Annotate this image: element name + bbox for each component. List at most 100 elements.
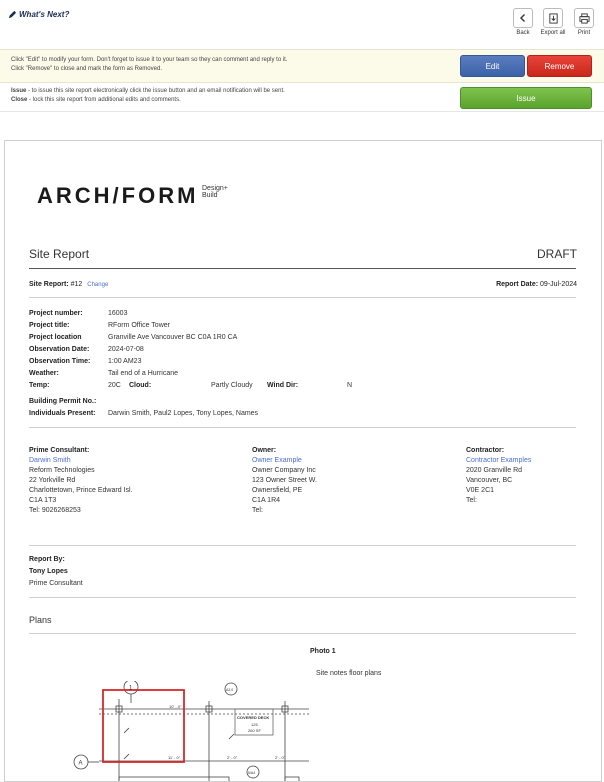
close-instruction: Close - lock this site report from addit… bbox=[11, 96, 181, 105]
back-button[interactable]: Back bbox=[507, 8, 539, 36]
issue-bold: Issue bbox=[11, 88, 27, 94]
owner-line: C1A 1R4 bbox=[252, 497, 281, 504]
report-date-label: Report Date: bbox=[496, 281, 539, 288]
dimension: 11' - 0" bbox=[168, 755, 181, 760]
export-all-button[interactable]: Export all bbox=[537, 8, 569, 36]
pen-icon bbox=[8, 10, 17, 19]
field-label: Project title: bbox=[29, 322, 70, 329]
back-label: Back bbox=[516, 30, 530, 36]
contractor-line: 2020 Granville Rd bbox=[466, 467, 523, 474]
company-logo: ARCH/FORM bbox=[37, 183, 199, 208]
field-value: Tail end of a Hurricane bbox=[108, 370, 179, 377]
contractor-name-link[interactable]: Contractor Examples bbox=[466, 457, 586, 464]
logo-tagline-1: Design+ bbox=[202, 185, 228, 192]
top-bar: What's Next? Back Export all Print bbox=[0, 0, 604, 48]
contractor-block: Contractor: Contractor Examples 2020 Gra… bbox=[466, 447, 586, 504]
dimension: 10' - 0" bbox=[169, 704, 182, 709]
wind-value: N bbox=[347, 382, 353, 389]
site-report-label: Site Report: bbox=[29, 281, 69, 288]
edit-button[interactable]: Edit bbox=[460, 55, 525, 77]
field-label: Weather: bbox=[29, 370, 59, 377]
wind-label: Wind Dir: bbox=[267, 382, 299, 389]
section-tag: A2.0 bbox=[226, 688, 233, 692]
owner-name-link[interactable]: Owner Example bbox=[252, 457, 432, 464]
close-bold: Close bbox=[11, 97, 28, 103]
divider bbox=[29, 297, 576, 298]
report-title: Site Report bbox=[29, 247, 90, 261]
status-badge: DRAFT bbox=[537, 247, 577, 261]
change-link[interactable]: Change bbox=[87, 282, 108, 288]
owner-line: Owner Company Inc bbox=[252, 467, 316, 474]
permit-label: Building Permit No.: bbox=[29, 398, 97, 405]
photo-caption: Site notes floor plans bbox=[316, 670, 382, 677]
section-plans-heading: Plans bbox=[29, 615, 52, 625]
dimension: 2' - 0" bbox=[227, 755, 238, 760]
markup-highlight bbox=[102, 689, 185, 763]
cloud-value: Partly Cloudy bbox=[211, 382, 253, 389]
field-value: Granville Ave Vancouver BC C0A 1R0 CA bbox=[108, 334, 238, 341]
owner-block: Owner: Owner Example Owner Company Inc 1… bbox=[252, 447, 432, 514]
owner-line: 123 Owner Street W. bbox=[252, 477, 317, 484]
logo-tagline: Design+ Build bbox=[202, 185, 228, 199]
present-label: Individuals Present: bbox=[29, 410, 96, 417]
floor-plan-photo[interactable]: 1 A 10' - 0" 11' - 0" 2' - 0" 2' - 0" A2… bbox=[69, 681, 309, 781]
divider bbox=[29, 545, 576, 546]
prime-name-link[interactable]: Darwin Smith bbox=[29, 457, 229, 464]
remove-instruction: Click "Remove" to close and mark the for… bbox=[11, 66, 162, 72]
print-button[interactable]: Print bbox=[568, 8, 600, 36]
close-text: - lock this site report from additional … bbox=[27, 97, 181, 103]
prime-line: 22 Yorkville Rd bbox=[29, 477, 76, 484]
divider bbox=[29, 427, 576, 428]
prime-consultant-block: Prime Consultant: Darwin Smith Reform Te… bbox=[29, 447, 229, 514]
whats-next-link[interactable]: What's Next? bbox=[8, 10, 69, 19]
contractor-line: Tel: bbox=[466, 497, 477, 504]
room-area: 260 SF bbox=[248, 728, 261, 733]
divider bbox=[29, 633, 576, 634]
present-value: Darwin Smith, Paul2 Lopes, Tony Lopes, N… bbox=[108, 410, 259, 417]
field-label: Project number: bbox=[29, 310, 83, 317]
temp-value: 20C bbox=[108, 382, 121, 389]
contractor-heading: Contractor: bbox=[466, 447, 505, 454]
report-by-name: Tony Lopes bbox=[29, 568, 68, 575]
remove-button[interactable]: Remove bbox=[527, 55, 592, 77]
dimension: 2' - 0" bbox=[275, 755, 286, 760]
temp-label: Temp: bbox=[29, 382, 50, 389]
title-divider bbox=[29, 268, 576, 269]
contractor-line: Vancouver, BC bbox=[466, 477, 513, 484]
prime-line: Charlottetown, Prince Edward Isl. bbox=[29, 487, 133, 494]
prime-line: Tel: 9026268253 bbox=[29, 507, 81, 514]
site-report-number: Site Report: #12 Change bbox=[29, 281, 108, 288]
room-name: COVERED DECK bbox=[237, 715, 269, 720]
whats-next-label: What's Next? bbox=[19, 10, 70, 19]
field-value: RForm Office Tower bbox=[108, 322, 170, 329]
field-value: 1:00 AM23 bbox=[108, 358, 142, 365]
contractor-line: V0E 2C1 bbox=[466, 487, 495, 494]
owner-line: Ownersfield, PE bbox=[252, 487, 303, 494]
report-by-label: Report By: bbox=[29, 556, 65, 563]
field-value: 16003 bbox=[108, 310, 128, 317]
section-tag: 5/A4 bbox=[248, 771, 255, 775]
grid-bubble-a: A bbox=[79, 761, 83, 767]
printer-icon bbox=[578, 12, 590, 24]
report-by-role: Prime Consultant bbox=[29, 580, 83, 587]
owner-heading: Owner: bbox=[252, 447, 277, 454]
report-date: Report Date: 09-Jul-2024 bbox=[496, 281, 577, 288]
field-label: Observation Date: bbox=[29, 346, 90, 353]
print-label: Print bbox=[577, 30, 591, 36]
photo-label: Photo 1 bbox=[310, 648, 336, 655]
owner-line: Tel: bbox=[252, 507, 263, 514]
chevron-left-icon bbox=[520, 14, 525, 22]
field-value: 2024-07-08 bbox=[108, 346, 144, 353]
issue-button[interactable]: Issue bbox=[460, 87, 592, 109]
divider bbox=[29, 597, 576, 598]
prime-line: Reform Technologies bbox=[29, 467, 95, 474]
report-date-value: 09-Jul-2024 bbox=[540, 281, 577, 288]
field-label: Project location bbox=[29, 334, 82, 341]
export-label: Export all bbox=[540, 30, 566, 36]
prime-line: C1A 1T3 bbox=[29, 497, 57, 504]
issue-text: - to issue this site report electronical… bbox=[26, 88, 285, 94]
cloud-label: Cloud: bbox=[129, 382, 152, 389]
site-report-document: ARCH/FORM Design+ Build Site Report DRAF… bbox=[4, 140, 602, 782]
pdf-export-icon bbox=[548, 12, 558, 24]
prime-heading: Prime Consultant: bbox=[29, 447, 90, 454]
